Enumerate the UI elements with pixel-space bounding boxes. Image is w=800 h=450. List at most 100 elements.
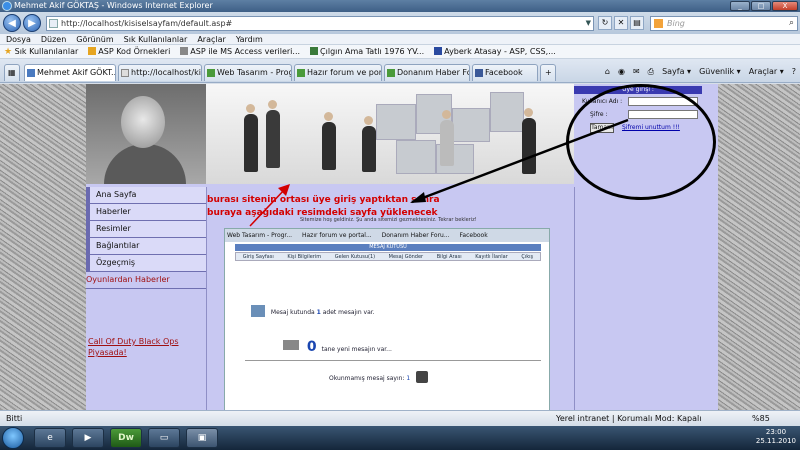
feeds-icon[interactable]: ◉ — [618, 64, 625, 79]
inner-tab: Donanım Haber Foru... — [381, 232, 450, 239]
taskbar-dreamweaver-icon[interactable]: Dw — [110, 428, 142, 448]
back-button[interactable]: ◀ — [3, 14, 21, 32]
compat-icon[interactable]: ▤ — [630, 16, 644, 30]
tools-menu[interactable]: Araçlar ▾ — [749, 64, 784, 79]
menu-dosya[interactable]: Dosya — [6, 34, 31, 44]
menu-yardim[interactable]: Yardım — [236, 34, 263, 44]
window-title: Mehmet Akif GÖKTAŞ - Windows Internet Ex… — [14, 1, 213, 10]
favorite-label: ASP Kod Örnekleri — [98, 47, 171, 56]
favorite-icon — [434, 47, 443, 55]
tab-donanim-haber[interactable]: Donanım Haber Foru... — [384, 64, 470, 81]
maximize-button[interactable]: □ — [751, 1, 771, 11]
window-controls: _ □ X — [730, 1, 798, 11]
inner-divider — [245, 360, 541, 361]
inner-nav-item: Kişi Bilgilerim — [287, 254, 322, 260]
tab-facebook[interactable]: Facebook — [472, 64, 538, 81]
security-menu[interactable]: Güvenlik ▾ — [699, 64, 741, 79]
menu-duzen[interactable]: Düzen — [41, 34, 66, 44]
page-menu[interactable]: Sayfa ▾ — [662, 64, 691, 79]
inner-nav-item: Bilgi Arası — [436, 254, 462, 260]
tab-label: http://localhost/kisis... — [131, 68, 201, 77]
inner-nav-item: Çıkış — [521, 254, 534, 260]
tab-hazir-forum[interactable]: Hazır forum ve portal... — [294, 64, 382, 81]
page-viewport: Üye girişi : Kullanıcı Adı : Şifre : Tam… — [0, 84, 800, 450]
favorite-icon — [180, 47, 189, 55]
refresh-icon[interactable]: ↻ — [598, 16, 612, 30]
taskbar-media-icon[interactable]: ▶ — [72, 428, 104, 448]
star-icon: ★ — [4, 47, 13, 57]
home-icon[interactable]: ⌂ — [605, 64, 610, 79]
address-row: ◀ ▶ http://localhost/kisiselsayfam/defau… — [0, 12, 800, 34]
status-text: Bitti — [6, 414, 23, 423]
favorite-item[interactable]: Ayberk Atasay - ASP, CSS,... — [434, 45, 556, 58]
address-input[interactable]: http://localhost/kisiselsayfam/default.a… — [46, 16, 594, 31]
msg3-text: Okunmamış mesaj sayın: — [329, 375, 405, 382]
quick-tabs-icon[interactable]: ▦ — [4, 64, 20, 81]
favorite-item[interactable]: Çılgın Ama Tatlı 1976 YV... — [310, 45, 424, 58]
clock-date: 25.11.2010 — [755, 437, 796, 445]
menu-araclar[interactable]: Araçlar — [197, 34, 225, 44]
new-tab-button[interactable]: + — [540, 64, 556, 81]
print-icon[interactable]: ⎙ — [648, 64, 654, 79]
tab-icon — [475, 69, 483, 77]
taskbar-explorer-icon[interactable]: ▭ — [148, 428, 180, 448]
arrow-line-to-center — [411, 118, 629, 204]
ie-icon — [2, 1, 12, 11]
favorite-item[interactable]: ASP ile MS Access verileri... — [180, 45, 300, 58]
inbox-count-message: Mesaj kutunda 1 adet mesajın var. — [251, 305, 375, 317]
inner-nav-item: Mesaj Gönder — [388, 254, 424, 260]
favorite-label: ASP ile MS Access verileri... — [190, 47, 301, 56]
favorites-bar: ★ Sık Kullanılanlar ASP Kod Örnekleri AS… — [0, 45, 800, 59]
taskbar-ie-icon[interactable]: e — [34, 428, 66, 448]
tab-icon — [121, 69, 129, 77]
minimize-button[interactable]: _ — [730, 1, 750, 11]
inner-nav-item: Gelen Kutusu(1) — [334, 254, 376, 260]
msg1-prefix: Mesaj kutunda — [270, 309, 315, 316]
tab-icon — [387, 69, 395, 77]
tab-label: Mehmet Akif GÖKT... — [37, 68, 116, 77]
tab-label: Donanım Haber Foru... — [397, 68, 469, 77]
address-tools: ↻ ✕ ▤ — [598, 16, 644, 30]
menu-sik-kullanilanlar[interactable]: Sık Kullanılanlar — [124, 34, 188, 44]
menu-gorunum[interactable]: Görünüm — [76, 34, 113, 44]
tab-icon — [297, 69, 305, 77]
taskbar: e ▶ Dw ▭ ▣ 23:00 25.11.2010 — [0, 426, 800, 450]
favorites-button[interactable]: ★ Sık Kullanılanlar — [4, 45, 78, 58]
search-icon[interactable]: ⌕ — [789, 17, 794, 30]
msg1-count: 1 — [316, 309, 321, 316]
start-button[interactable] — [2, 427, 24, 449]
clock-time: 23:00 — [765, 428, 787, 436]
favorite-item[interactable]: ASP Kod Örnekleri — [88, 45, 170, 58]
page-icon — [49, 19, 58, 28]
inner-tab: Web Tasarım - Progr... — [227, 232, 293, 239]
tab-localhost[interactable]: http://localhost/kisis... — [118, 64, 202, 81]
favorite-label: Ayberk Atasay - ASP, CSS,... — [444, 47, 556, 56]
close-button[interactable]: X — [772, 1, 798, 11]
system-clock[interactable]: 23:00 25.11.2010 — [756, 428, 796, 446]
mail-icon[interactable]: ✉ — [633, 64, 640, 79]
inner-tab: Facebook — [459, 232, 488, 239]
forward-button[interactable]: ▶ — [23, 14, 41, 32]
search-placeholder: Bing — [667, 19, 685, 28]
security-zone[interactable]: Yerel intranet | Korumalı Mod: Kapalı — [556, 411, 701, 426]
search-input[interactable]: Bing ⌕ — [650, 16, 798, 31]
tab-mehmet[interactable]: Mehmet Akif GÖKT... — [24, 64, 116, 81]
taskbar-active-window-icon[interactable]: ▣ — [186, 428, 218, 448]
inner-nav-item: Kayıtlı İlanlar — [475, 254, 508, 260]
msg2-text: tane yeni mesajın var... — [321, 346, 392, 353]
new-message-count: 0 tane yeni mesajın var... — [283, 339, 392, 355]
envelope-icon — [283, 340, 299, 350]
menu-bar: Dosya Düzen Görünüm Sık Kullanılanlar Ar… — [0, 34, 800, 45]
inner-nav: Giriş Sayfası Kişi Bilgilerim Gelen Kutu… — [235, 252, 541, 261]
tab-icon — [27, 69, 35, 77]
zoom-level[interactable]: %85 — [752, 411, 770, 426]
tab-label: Web Tasarım - Progr... — [217, 68, 292, 77]
address-dropdown-icon[interactable]: ▼ — [586, 17, 591, 30]
msg2-count: 0 — [306, 339, 317, 355]
unread-message-count: Okunmamış mesaj sayın: 1 — [329, 371, 429, 383]
window-titlebar: Mehmet Akif GÖKTAŞ - Windows Internet Ex… — [0, 0, 800, 12]
help-icon[interactable]: ? — [792, 64, 796, 79]
tab-web-tasarim[interactable]: Web Tasarım - Progr... — [204, 64, 292, 81]
msg1-suffix: adet mesajın var. — [322, 309, 375, 316]
stop-icon[interactable]: ✕ — [614, 16, 628, 30]
